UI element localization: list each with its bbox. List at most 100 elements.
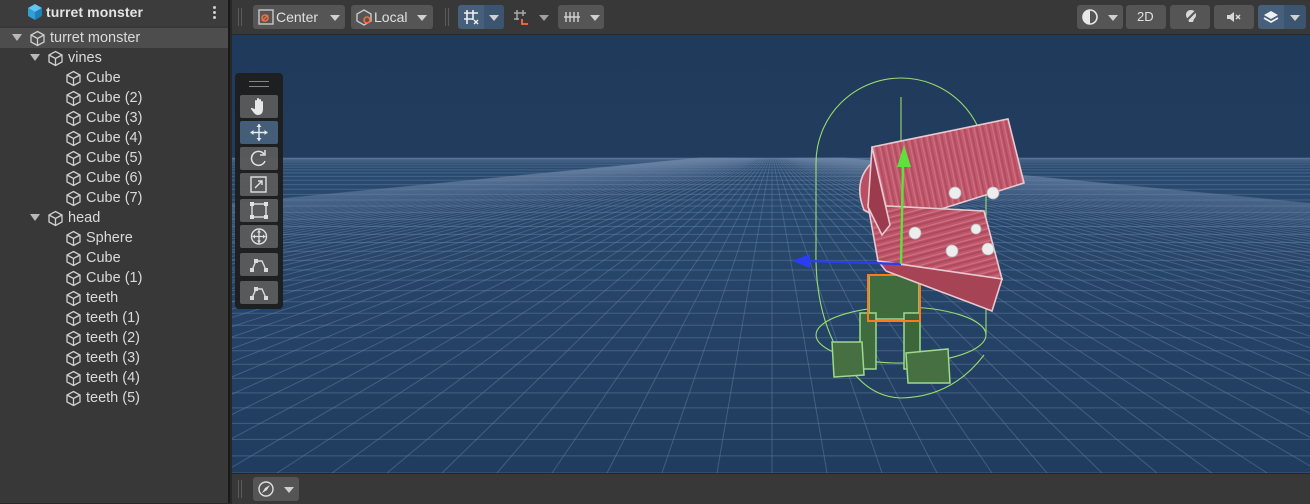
toolbar-grip[interactable]: [238, 480, 242, 498]
gameobject-cube-icon: [65, 270, 82, 287]
rect-tool-button[interactable]: [240, 199, 278, 222]
unity-scene-icon: [28, 4, 42, 20]
overlay-grip[interactable]: [249, 81, 269, 87]
hierarchy-item-label: Cube (7): [86, 190, 143, 206]
light-bulb-icon: [1182, 10, 1197, 25]
hierarchy-item-label: teeth (5): [86, 390, 140, 406]
toolbar-grip[interactable]: [445, 8, 449, 26]
scale-tool-button[interactable]: [240, 173, 278, 196]
hierarchy-item-label: head: [68, 210, 101, 226]
hierarchy-item-label: vines: [68, 50, 102, 66]
foldout-arrow-icon[interactable]: [30, 214, 40, 221]
hierarchy-item[interactable]: turret monster: [0, 28, 228, 48]
custom-tool-button[interactable]: [240, 281, 278, 304]
pivot-rotation-dropdown[interactable]: Local: [351, 5, 433, 29]
hierarchy-item[interactable]: teeth (2): [0, 328, 228, 348]
gameobject-cube-icon: [65, 310, 82, 327]
chevron-down-icon: [590, 15, 600, 21]
hand-tool-button[interactable]: [240, 95, 278, 118]
grid-visibility-button[interactable]: [558, 5, 604, 29]
effects-dropdown[interactable]: [1258, 5, 1306, 29]
more-options-icon[interactable]: [208, 4, 220, 22]
pivot-icon: [258, 9, 274, 25]
scene-view: Center Local 2D: [232, 0, 1310, 504]
increment-snap-icon: [514, 10, 528, 25]
hierarchy-item[interactable]: teeth (1): [0, 308, 228, 328]
orientation-dropdown[interactable]: [253, 477, 299, 501]
gameobject-cube-icon: [47, 210, 64, 227]
lighting-toggle-button[interactable]: [1170, 5, 1210, 29]
hierarchy-item[interactable]: Cube (3): [0, 108, 228, 128]
chevron-down-icon: [1108, 15, 1118, 21]
chevron-down-icon: [330, 15, 340, 21]
pivot-mode-dropdown[interactable]: Center: [253, 5, 345, 29]
hierarchy-item[interactable]: teeth (3): [0, 348, 228, 368]
custom-tool-button[interactable]: [240, 253, 278, 276]
hierarchy-item[interactable]: teeth (5): [0, 388, 228, 408]
chevron-down-icon: [539, 15, 549, 21]
grid-snapping-button[interactable]: [458, 5, 504, 29]
hierarchy-item-label: teeth (2): [86, 330, 140, 346]
layers-effects-icon: [1263, 11, 1279, 24]
gameobject-cube-icon: [65, 190, 82, 207]
hierarchy-item[interactable]: Cube (7): [0, 188, 228, 208]
hierarchy-scene-header[interactable]: turret monster: [0, 0, 228, 26]
hierarchy-panel: turret monster turret monster vines Cube Cu…: [0, 0, 230, 503]
hierarchy-item[interactable]: Cube (1): [0, 268, 228, 288]
toggle-2d-label: 2D: [1137, 9, 1154, 24]
gameobject-cube-icon: [65, 90, 82, 107]
hierarchy-item[interactable]: Cube (6): [0, 168, 228, 188]
gameobject-cube-icon: [65, 370, 82, 387]
scene-canvas[interactable]: [232, 35, 1310, 473]
rotate-icon: [250, 150, 266, 167]
gameobject-cube-icon: [29, 30, 46, 47]
scale-icon: [250, 176, 267, 193]
hierarchy-item[interactable]: Cube (4): [0, 128, 228, 148]
draw-mode-dropdown[interactable]: [1077, 5, 1123, 29]
hierarchy-item-label: teeth (3): [86, 350, 140, 366]
hierarchy-item[interactable]: Sphere: [0, 228, 228, 248]
move-arrows-icon: [250, 124, 268, 141]
gameobject-cube-icon: [65, 130, 82, 147]
hierarchy-item[interactable]: teeth: [0, 288, 228, 308]
hierarchy-item-label: teeth (4): [86, 370, 140, 386]
hierarchy-item-label: Cube: [86, 250, 121, 266]
gameobject-cube-icon: [65, 250, 82, 267]
gameobject-cube-icon: [65, 150, 82, 167]
hierarchy-item[interactable]: Cube (5): [0, 148, 228, 168]
transform-tool-button[interactable]: [240, 225, 278, 248]
rotate-tool-button[interactable]: [240, 147, 278, 170]
hierarchy-item[interactable]: head: [0, 208, 228, 228]
chevron-down-icon: [284, 487, 294, 493]
tools-overlay: [235, 73, 283, 309]
hierarchy-item-label: Cube: [86, 70, 121, 86]
move-tool-button[interactable]: [240, 121, 278, 144]
pivot-rotation-label: Local: [374, 9, 408, 25]
toolbar-grip[interactable]: [238, 8, 242, 26]
hierarchy-item-label: Cube (6): [86, 170, 143, 186]
toggle-2d-button[interactable]: 2D: [1126, 5, 1166, 29]
compass-icon: [258, 481, 274, 497]
audio-toggle-button[interactable]: [1214, 5, 1254, 29]
chevron-down-icon: [489, 15, 499, 21]
gameobject-cube-icon: [65, 350, 82, 367]
foldout-arrow-icon[interactable]: [30, 54, 40, 61]
hierarchy-item[interactable]: teeth (4): [0, 368, 228, 388]
hierarchy-item-label: Cube (4): [86, 130, 143, 146]
hierarchy-item-label: Cube (3): [86, 110, 143, 126]
hierarchy-item[interactable]: Cube (2): [0, 88, 228, 108]
rect-transform-icon: [250, 202, 268, 219]
transform-icon: [250, 228, 268, 245]
hierarchy-item-label: Cube (5): [86, 150, 143, 166]
chevron-down-icon: [417, 15, 427, 21]
hierarchy-item[interactable]: Cube: [0, 248, 228, 268]
hierarchy-item-label: teeth: [86, 290, 119, 306]
hierarchy-item[interactable]: Cube: [0, 68, 228, 88]
foldout-arrow-icon[interactable]: [12, 34, 22, 41]
hierarchy-item[interactable]: vines: [0, 48, 228, 68]
hierarchy-item-label: Cube (2): [86, 90, 143, 106]
increment-snap-button[interactable]: [508, 5, 554, 29]
gameobject-cube-icon: [65, 170, 82, 187]
gameobject-cube-icon: [65, 330, 82, 347]
scene-viewport[interactable]: [232, 35, 1310, 473]
